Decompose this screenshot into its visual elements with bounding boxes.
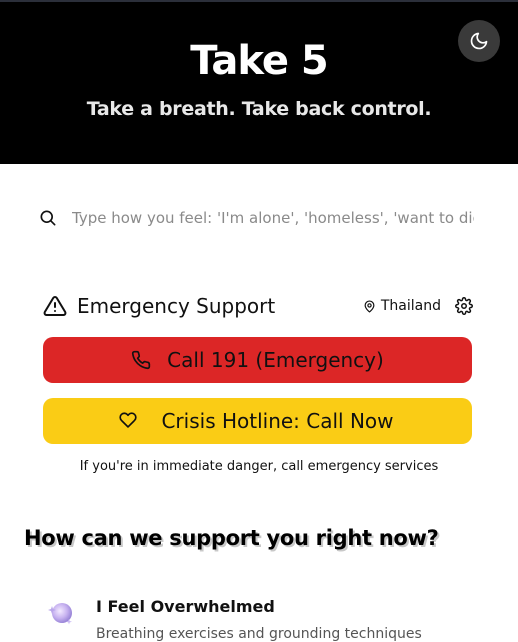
warning-triangle-icon: [43, 295, 67, 316]
call-emergency-button[interactable]: Call 191 (Emergency): [43, 337, 472, 383]
gear-icon: [455, 297, 473, 315]
crisis-hotline-button[interactable]: Crisis Hotline: Call Now: [43, 398, 472, 444]
search-icon: [40, 210, 56, 226]
emergency-note: If you're in immediate danger, call emer…: [79, 459, 439, 474]
support-card-description: Breathing exercises and grounding techni…: [96, 626, 422, 642]
theme-toggle-button[interactable]: [458, 20, 500, 62]
location-settings-button[interactable]: [455, 297, 473, 315]
call-emergency-label: Call 191 (Emergency): [167, 348, 384, 372]
support-option-card[interactable]: I Feel Overwhelmed Breathing exercises a…: [44, 594, 484, 642]
window-top-edge: [0, 0, 518, 2]
app-tagline: Take a breath. Take back control.: [86, 98, 432, 120]
app-header: Take 5 Take a breath. Take back control.: [0, 0, 518, 164]
moon-icon: [470, 32, 488, 50]
support-card-title: I Feel Overwhelmed: [96, 597, 275, 616]
crisis-hotline-label: Crisis Hotline: Call Now: [161, 409, 394, 433]
emergency-support-title: Emergency Support: [77, 294, 276, 318]
app-title: Take 5: [190, 38, 329, 84]
map-pin-icon: [364, 299, 375, 313]
location-label: Thailand: [380, 298, 441, 314]
heart-icon: [119, 412, 137, 428]
feeling-search-bar: [38, 204, 474, 232]
sparkle-orb-icon: [48, 603, 72, 625]
phone-icon: [131, 350, 151, 370]
feeling-search-input[interactable]: [72, 209, 474, 227]
emergency-support-header: Emergency Support Thailand: [43, 292, 473, 320]
support-section-title: How can we support you right now?: [24, 526, 439, 550]
location-selector[interactable]: Thailand: [363, 298, 441, 314]
